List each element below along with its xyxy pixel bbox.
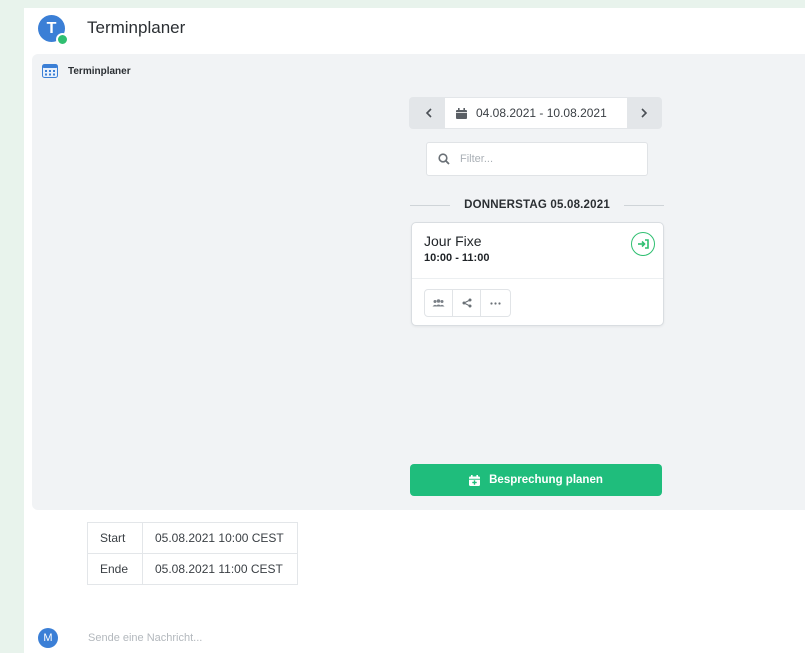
online-status-dot [56, 33, 69, 46]
schedule-meeting-button[interactable]: Besprechung planen [410, 464, 662, 496]
share-button[interactable] [453, 290, 481, 316]
filter-field [426, 142, 648, 176]
chat-header: T Terminplaner [24, 8, 805, 54]
event-card[interactable]: Jour Fixe 10:00 - 11:00 [411, 222, 664, 326]
date-range-picker[interactable]: 04.08.2021 - 10.08.2021 [445, 98, 627, 128]
schedule-meeting-label: Besprechung planen [489, 474, 603, 486]
date-range-text: 04.08.2021 - 10.08.2021 [476, 106, 607, 120]
calendar-plus-icon [469, 474, 481, 486]
search-icon [438, 153, 450, 165]
chevron-left-icon [425, 108, 432, 118]
day-label: DONNERSTAG 05.08.2021 [464, 199, 610, 211]
day-separator: DONNERSTAG 05.08.2021 [410, 198, 665, 212]
app-window: T Terminplaner Terminplaner 04.08.2021 -… [24, 8, 805, 653]
message-input[interactable] [86, 631, 590, 645]
card-divider [412, 278, 663, 279]
chevron-right-icon [641, 108, 648, 118]
calendar-icon [456, 107, 467, 119]
sign-in-icon [637, 239, 649, 249]
separator-line-left [410, 204, 451, 206]
event-actions [424, 289, 511, 317]
date-range-navigator: 04.08.2021 - 10.08.2021 [409, 97, 662, 129]
table-row: Start 05.08.2021 10:00 CEST [87, 522, 298, 554]
event-title: Jour Fixe [424, 233, 482, 249]
users-icon [432, 299, 445, 307]
table-row: Ende 05.08.2021 11:00 CEST [87, 553, 298, 585]
ellipsis-icon [490, 301, 501, 305]
end-value: 05.08.2021 11:00 CEST [142, 553, 298, 585]
filter-input[interactable] [458, 152, 642, 166]
start-label: Start [87, 522, 143, 554]
separator-line-right [623, 204, 665, 206]
event-time: 10:00 - 11:00 [424, 252, 490, 264]
more-options-button[interactable] [481, 290, 510, 316]
user-avatar-letter: M [43, 632, 53, 644]
user-avatar[interactable]: M [38, 628, 58, 648]
calendar-grid-icon [42, 64, 58, 78]
share-icon [462, 298, 471, 308]
start-value: 05.08.2021 10:00 CEST [142, 522, 298, 554]
panel-title: Terminplaner [68, 65, 131, 77]
room-avatar-letter: T [46, 19, 57, 37]
room-title: Terminplaner [87, 18, 186, 37]
previous-week-button[interactable] [413, 97, 445, 129]
message-composer: M [38, 628, 738, 648]
end-label: Ende [87, 553, 143, 585]
next-week-button[interactable] [628, 97, 660, 129]
participants-button[interactable] [425, 290, 453, 316]
meeting-info-table: Start 05.08.2021 10:00 CEST Ende 05.08.2… [87, 522, 298, 585]
join-meeting-button[interactable] [631, 232, 655, 256]
scheduler-panel: Terminplaner 04.08.2021 - 10.08.2021 Fil… [32, 54, 805, 510]
panel-header: Terminplaner [42, 62, 131, 80]
